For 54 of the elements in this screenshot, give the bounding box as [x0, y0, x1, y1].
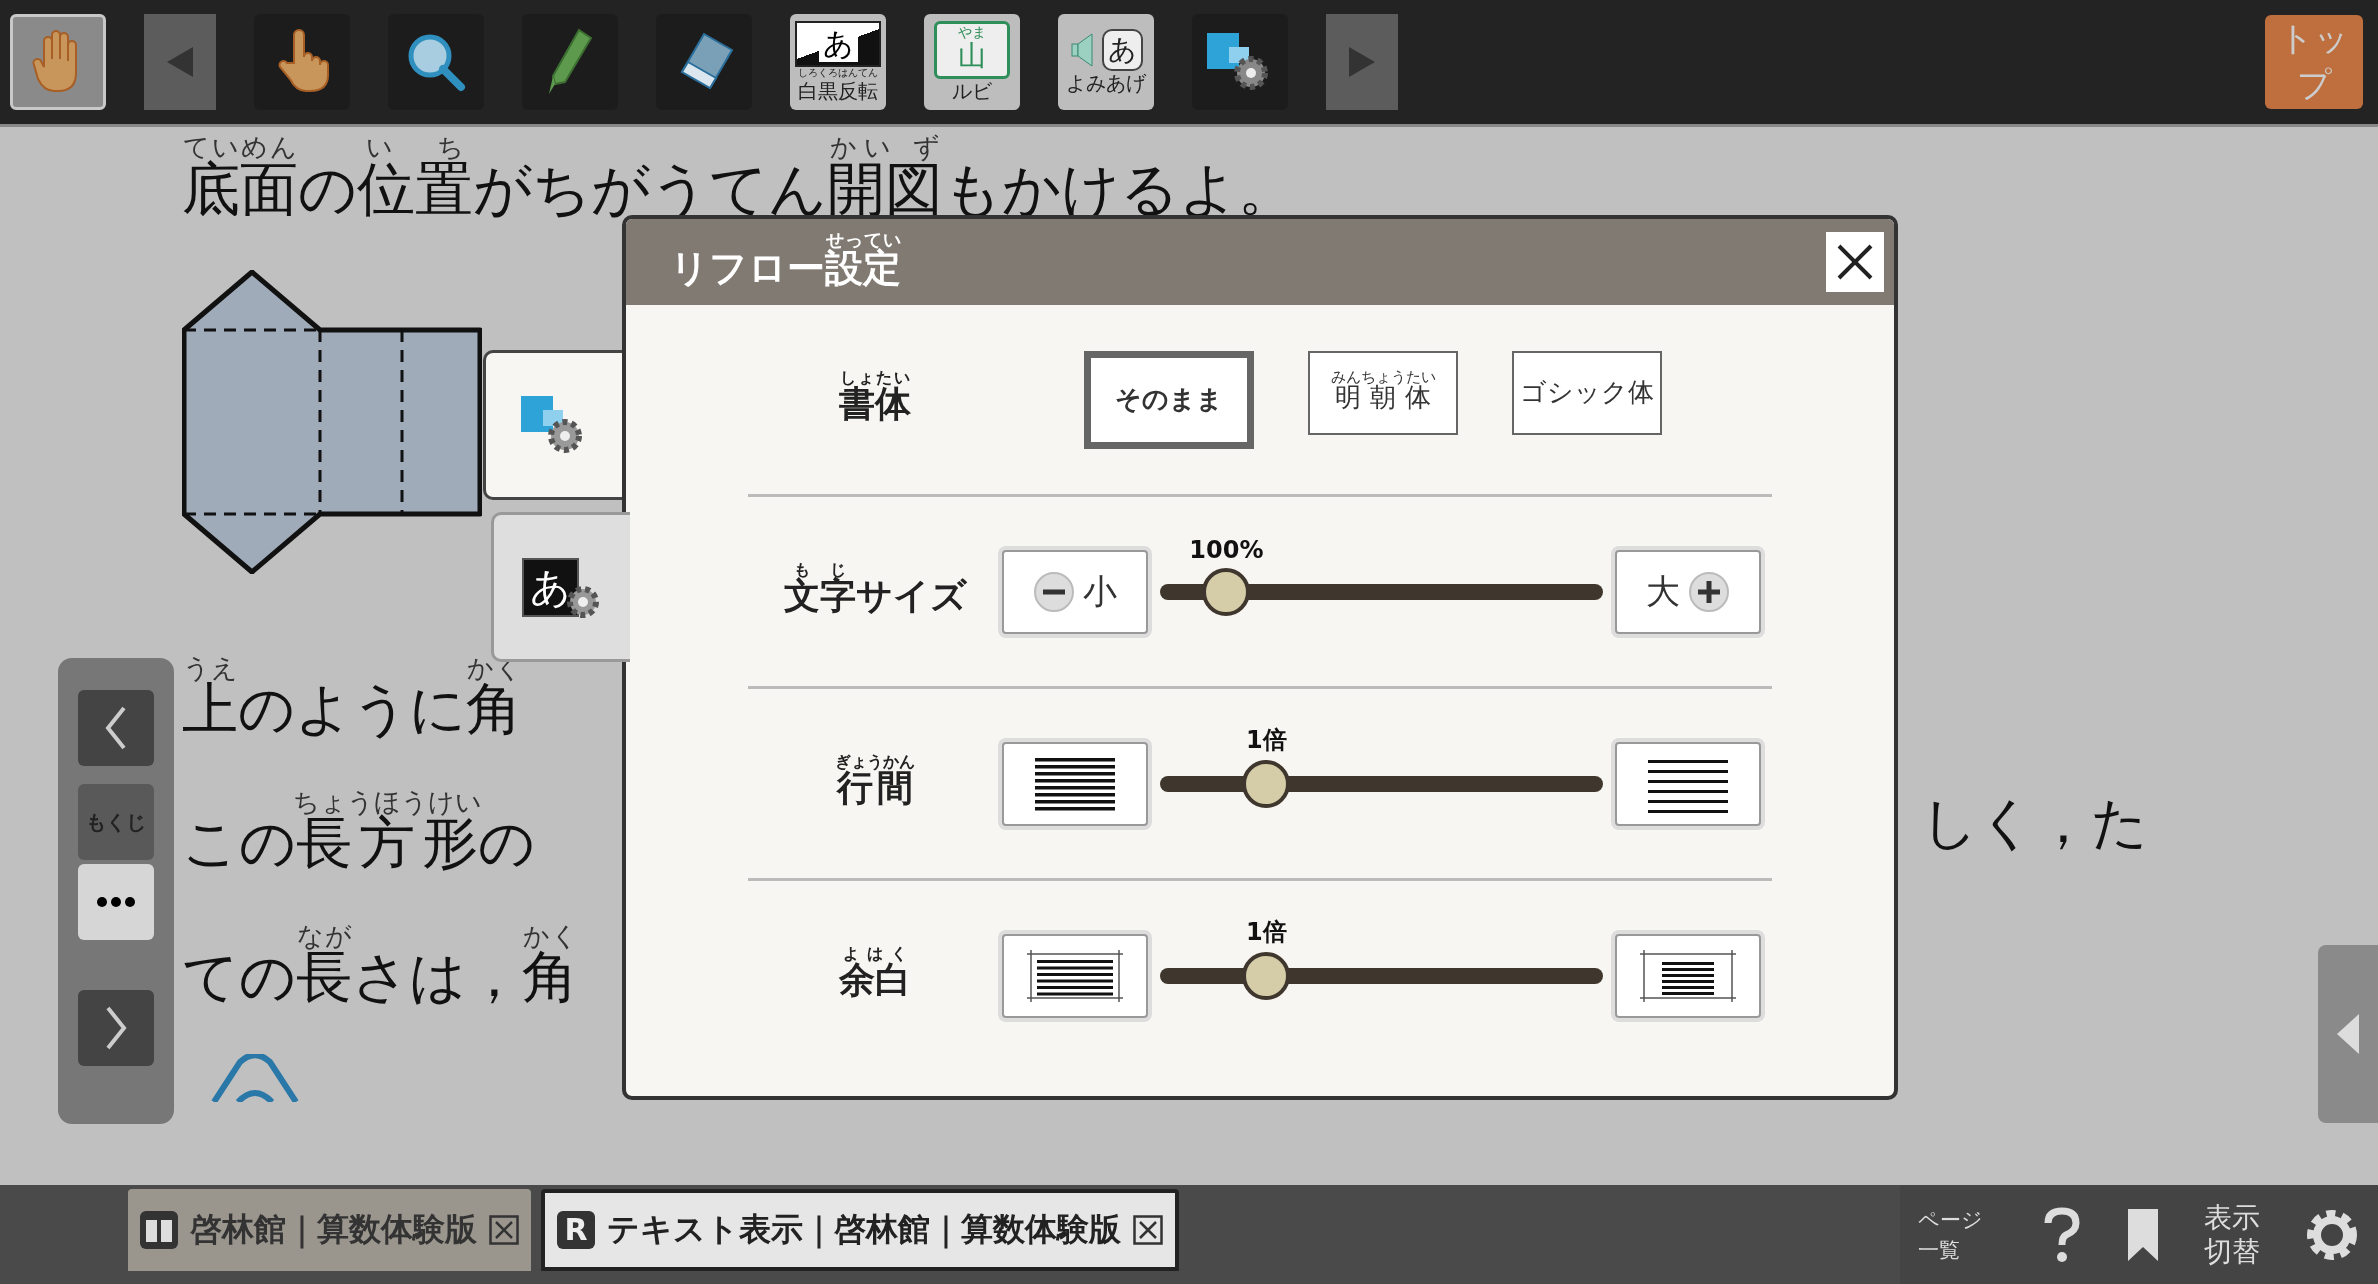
more-icon	[96, 896, 136, 908]
bookmark-button[interactable]	[2126, 1206, 2160, 1263]
chevron-right-icon	[104, 1006, 128, 1050]
book-icon	[140, 1211, 178, 1249]
reflow-badge: R	[557, 1211, 595, 1249]
left-triangle-icon	[165, 45, 195, 79]
slider-track[interactable]	[1160, 951, 1603, 1000]
slider-value: 100%	[1189, 535, 1264, 564]
reflow-settings-tab[interactable]	[483, 350, 622, 500]
document-tab[interactable]: R テキスト表示｜啓林館｜算数体験版	[541, 1189, 1179, 1271]
slider-value: 1倍	[1245, 724, 1287, 756]
close-icon	[1835, 242, 1875, 282]
slider-value: 1倍	[1245, 916, 1287, 948]
chevron-left-icon	[104, 706, 128, 750]
slider-track[interactable]	[1160, 759, 1603, 808]
body-text: この長方形 ちょうほうけい の	[182, 790, 535, 876]
setting-label: 書体 しょたい	[838, 370, 912, 426]
right-triangle-icon	[1347, 45, 1377, 79]
ruby-button[interactable]: やま 山 ルビ	[924, 14, 1020, 110]
setting-label: 余白 よはく	[838, 946, 912, 1002]
search-button[interactable]	[388, 14, 484, 110]
slider-track[interactable]	[1160, 567, 1603, 616]
invert-settings-tab[interactable]: あ	[491, 512, 630, 662]
left-triangle-icon	[2335, 1012, 2361, 1056]
side-panel-toggle[interactable]	[2318, 945, 2378, 1123]
body-text: しく，た	[1921, 790, 2148, 857]
invert-colors-button[interactable]: あ しろくろはんてん 白黒反転	[790, 14, 886, 110]
next-page-button[interactable]	[78, 990, 154, 1066]
reflow-settings-button[interactable]	[1192, 14, 1288, 110]
help-icon	[2042, 1206, 2082, 1263]
eraser-tool-button[interactable]	[656, 14, 752, 110]
close-icon[interactable]	[1133, 1215, 1163, 1245]
setting-label: 行間 ぎょうかん	[834, 754, 916, 810]
hand-tool-button[interactable]	[10, 14, 106, 110]
page-list-button[interactable]: ページ 一覧	[1918, 1204, 1998, 1265]
bookmark-icon	[2126, 1206, 2160, 1263]
minus-icon	[1033, 570, 1075, 613]
font-option[interactable]: ゴシック体	[1512, 350, 1662, 435]
setting-label: 文字 もじ サイズ	[782, 562, 968, 618]
close-button[interactable]	[1826, 232, 1884, 292]
more-button[interactable]	[78, 864, 154, 940]
pen-tool-button[interactable]	[522, 14, 618, 110]
font-option[interactable]: そのまま	[1084, 350, 1254, 449]
plus-icon	[1688, 570, 1730, 613]
body-text: ての長 なが さは，角 かく	[182, 924, 578, 1010]
document-tab[interactable]: 啓林館｜算数体験版	[128, 1189, 531, 1271]
close-icon[interactable]	[489, 1215, 519, 1245]
previous-page-button[interactable]	[78, 690, 154, 766]
help-button[interactable]	[2042, 1206, 2082, 1263]
font-option[interactable]: 明朝体 みんちょうたい	[1308, 350, 1458, 435]
pointer-tool-button[interactable]	[254, 14, 350, 110]
display-toggle-button[interactable]: 表示 切替	[2204, 1200, 2260, 1269]
read-aloud-button[interactable]: あ よみあげ	[1058, 14, 1154, 110]
dialog-title: リフロー設定 せってい	[670, 230, 901, 292]
